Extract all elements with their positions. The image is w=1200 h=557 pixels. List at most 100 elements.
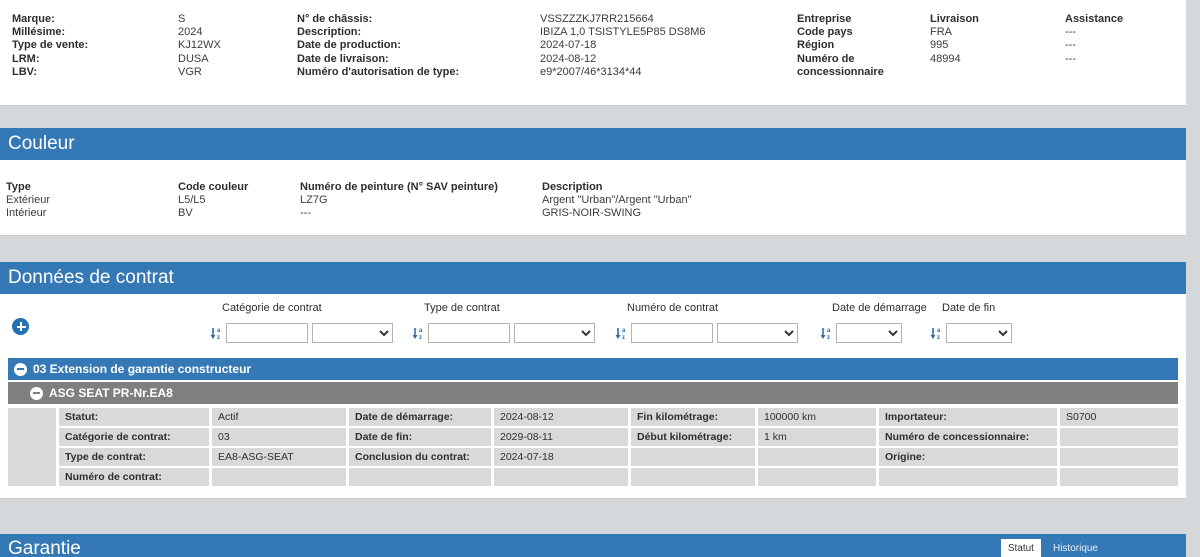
field-value: S xyxy=(178,13,297,26)
company-header: Livraison xyxy=(930,13,1065,26)
detail-label: Conclusion du contrat: xyxy=(349,448,491,466)
spacer xyxy=(0,236,1186,262)
field-value: VSSZZZKJ7RR215664 xyxy=(540,13,797,26)
field-value: DUSA xyxy=(178,53,297,66)
contract-group-header[interactable]: 03 Extension de garantie constructeur xyxy=(8,358,1178,380)
tab-historique[interactable]: Historique xyxy=(1053,539,1098,557)
collapse-icon[interactable] xyxy=(30,387,43,400)
table-cell: --- xyxy=(300,207,542,220)
sort-icon[interactable]: az xyxy=(930,327,942,340)
field-label: LRM: xyxy=(12,53,178,66)
field-value: VGR xyxy=(178,66,297,79)
couleur-panel: Type Code couleur Numéro de peinture (N°… xyxy=(0,160,1186,236)
detail-label: Numéro de contrat: xyxy=(59,468,209,486)
svg-text:z: z xyxy=(419,335,422,340)
field-value: --- xyxy=(1065,53,1175,79)
detail-value: EA8-ASG-SEAT xyxy=(212,448,346,466)
contract-group-title: 03 Extension de garantie constructeur xyxy=(33,362,251,376)
table-cell: Argent "Urban"/Argent "Urban" xyxy=(542,194,1186,207)
detail-value xyxy=(758,448,876,466)
contract-subgroup-header[interactable]: ASG SEAT PR-Nr.EA8 xyxy=(8,382,1178,404)
sort-icon[interactable]: az xyxy=(820,327,832,340)
svg-text:a: a xyxy=(937,328,941,334)
table-cell: LZ7G xyxy=(300,194,542,207)
svg-text:a: a xyxy=(827,328,831,334)
filter-label: Numéro de contrat xyxy=(627,302,798,314)
filter-date-fin: Date de fin az xyxy=(930,302,1012,343)
tab-statut[interactable]: Statut xyxy=(1001,539,1041,557)
field-value: 2024-08-12 xyxy=(540,53,797,66)
sort-icon[interactable]: az xyxy=(210,327,222,340)
detail-label: Date de démarrage: xyxy=(349,408,491,426)
sort-icon[interactable]: az xyxy=(412,327,424,340)
field-label: Marque: xyxy=(12,13,178,26)
table-cell: L5/L5 xyxy=(178,194,300,207)
field-label: Numéro de concessionnaire xyxy=(797,53,930,79)
detail-label xyxy=(631,448,755,466)
field-label: Code pays xyxy=(797,26,930,39)
field-value: 48994 xyxy=(930,53,1065,79)
contract-details-table: Statut: Actif Date de démarrage: 2024-08… xyxy=(8,408,1178,486)
column-header: Description xyxy=(542,181,1186,194)
field-label: N° de châssis: xyxy=(297,13,540,26)
detail-label: Importateur: xyxy=(879,408,1057,426)
detail-value: 100000 km xyxy=(758,408,876,426)
filter-type-input[interactable] xyxy=(428,323,510,343)
garantie-section-header: Garantie Statut Historique xyxy=(0,534,1186,557)
add-contract-icon[interactable] xyxy=(12,318,29,335)
field-label: Région xyxy=(797,39,930,52)
filter-type-de-contrat: Type de contrat az xyxy=(412,302,595,343)
field-value: --- xyxy=(1065,39,1175,52)
section-title: Garantie xyxy=(8,538,81,557)
filter-date-demarrage-select[interactable] xyxy=(836,323,902,343)
detail-value: S0700 xyxy=(1060,408,1178,426)
detail-value: 2029-08-11 xyxy=(494,428,628,446)
contrat-panel: Catégorie de contrat az Type de contrat … xyxy=(0,294,1186,499)
detail-value xyxy=(758,468,876,486)
filter-date-fin-select[interactable] xyxy=(946,323,1012,343)
filter-categorie-input[interactable] xyxy=(226,323,308,343)
detail-value xyxy=(1060,448,1178,466)
section-title: Données de contrat xyxy=(8,267,174,289)
field-value: 2024 xyxy=(178,26,297,39)
detail-value xyxy=(1060,468,1178,486)
detail-value: 03 xyxy=(212,428,346,446)
field-value: 2024-07-18 xyxy=(540,39,797,52)
contract-filter-bar: Catégorie de contrat az Type de contrat … xyxy=(0,294,1186,358)
filter-categorie-de-contrat: Catégorie de contrat az xyxy=(210,302,393,343)
section-title: Couleur xyxy=(8,133,75,155)
detail-label: Début kilométrage: xyxy=(631,428,755,446)
field-value: --- xyxy=(1065,26,1175,39)
collapse-icon[interactable] xyxy=(14,363,27,376)
detail-value xyxy=(212,468,346,486)
field-value: e9*2007/46*3134*44 xyxy=(540,66,797,79)
detail-label: Catégorie de contrat: xyxy=(59,428,209,446)
couleur-section-header: Couleur xyxy=(0,128,1186,160)
svg-text:z: z xyxy=(827,335,830,340)
detail-value xyxy=(494,468,628,486)
filter-label: Type de contrat xyxy=(424,302,595,314)
svg-text:a: a xyxy=(622,328,626,334)
filter-categorie-select[interactable] xyxy=(312,323,393,343)
detail-label xyxy=(349,468,491,486)
vehicle-info-left: Marque: S Millésime: 2024 Type de vente:… xyxy=(12,13,297,105)
sort-icon[interactable]: az xyxy=(615,327,627,340)
detail-label: Date de fin: xyxy=(349,428,491,446)
filter-numero-input[interactable] xyxy=(631,323,713,343)
detail-label: Type de contrat: xyxy=(59,448,209,466)
detail-label: Origine: xyxy=(879,448,1057,466)
company-header: Entreprise xyxy=(797,13,930,26)
vehicle-info-panel: Marque: S Millésime: 2024 Type de vente:… xyxy=(0,0,1186,106)
vehicle-info-middle: N° de châssis: VSSZZZKJ7RR215664 Descrip… xyxy=(297,13,797,105)
field-value: IBIZA 1,0 TSISTYLE5P85 DS8M6 xyxy=(540,26,797,39)
detail-label: Statut: xyxy=(59,408,209,426)
company-header: Assistance xyxy=(1065,13,1175,26)
field-label: Date de livraison: xyxy=(297,53,540,66)
field-label: Millésime: xyxy=(12,26,178,39)
filter-type-select[interactable] xyxy=(514,323,595,343)
filter-numero-select[interactable] xyxy=(717,323,798,343)
detail-value: 2024-08-12 xyxy=(494,408,628,426)
svg-text:z: z xyxy=(217,335,220,340)
spacer xyxy=(0,106,1186,128)
detail-label xyxy=(631,468,755,486)
